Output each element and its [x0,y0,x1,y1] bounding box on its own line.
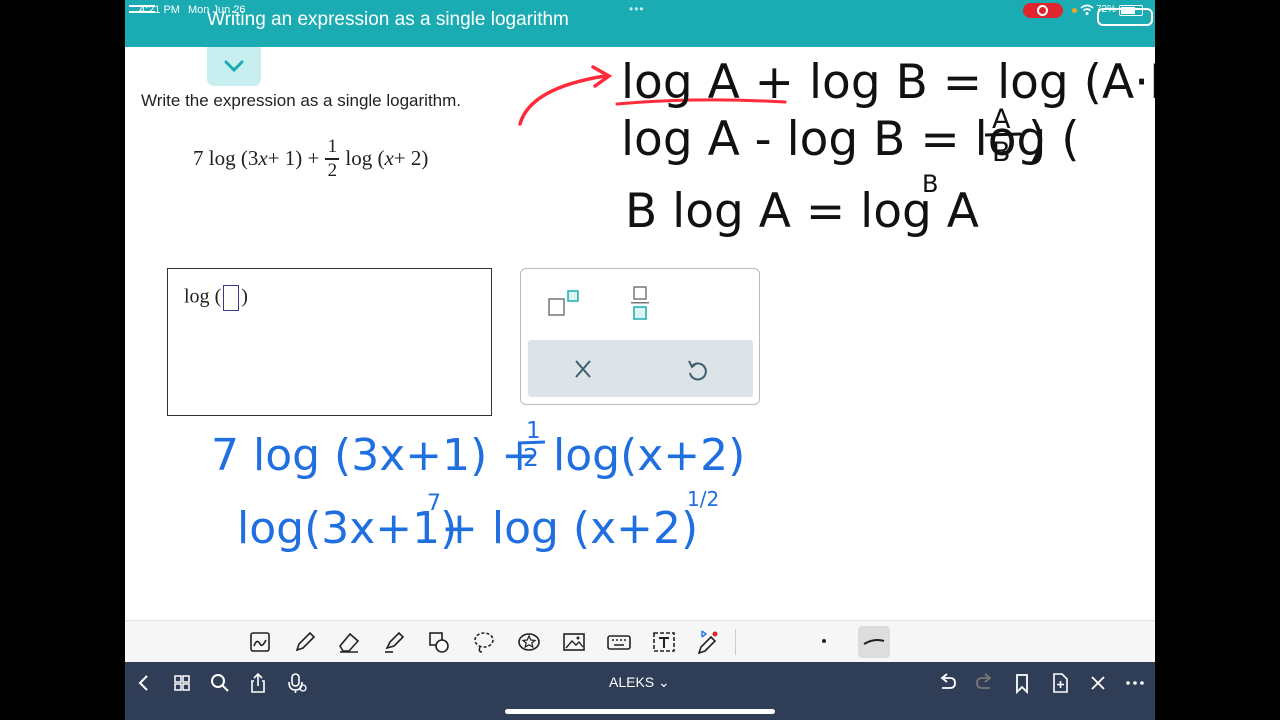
work-line-1-num: 1 [526,418,541,444]
work-line-2: log(3x+1) [237,503,457,554]
toolbar-divider [735,629,736,655]
page-title: Writing an expression as a single logari… [207,9,569,30]
tools-close-icon[interactable] [1087,672,1109,694]
open-paren: ( [214,285,222,308]
close-paren: ) [241,285,248,308]
app-screen: 4:21 PM Mon Jun 26 Writing an expression… [125,0,1155,720]
rule-quotient-close: ) [1028,112,1046,167]
log-function: log [208,146,236,171]
microphone-icon[interactable] [286,672,308,694]
close-paren: ) [421,146,429,171]
log-function: log [345,146,373,171]
open-paren: ( [240,146,248,171]
eraser-icon[interactable] [336,629,362,655]
coefficient: 7 [193,146,204,171]
arg-variable: x [384,146,394,171]
more-icon[interactable] [1124,672,1146,694]
problem-instruction: Write the expression as a single logarit… [141,91,462,110]
undo-icon[interactable] [936,672,958,694]
app-switcher[interactable]: ALEKS ⌄ [609,674,670,691]
rule-quotient-bar [984,132,1022,137]
multitasking-dots-icon[interactable]: ••• [629,2,645,16]
highlighter-icon[interactable] [381,629,407,655]
bottom-navigation: ALEKS ⌄ [125,662,1155,720]
math-keypad [520,268,760,405]
problem-expression: 7 log (3 x + 1) + 12 log (x + 2) [193,136,428,182]
stroke-curve-icon [863,639,885,645]
image-icon[interactable] [561,629,587,655]
screen-recording-icon[interactable] [1023,3,1063,18]
shapes-icon[interactable] [426,629,452,655]
search-icon[interactable] [209,672,231,694]
work-line-1: 7 log (3x+1) + [211,430,538,481]
pen-icon[interactable] [292,629,318,655]
work-line-1-b: log(x+2) [553,430,745,481]
lasso-icon[interactable] [471,629,497,655]
mic-indicator-icon [1072,8,1077,13]
share-icon[interactable] [247,672,269,694]
annotation-toolbar [125,620,1155,663]
collapse-toggle[interactable] [207,47,261,86]
work-line-2-exp1: 7 [427,491,441,516]
fraction: 12 [325,136,340,182]
chevron-down-icon [224,60,244,73]
red-underline [615,98,787,106]
home-indicator[interactable] [505,709,775,714]
rule-power: B log A = log A [625,184,979,239]
clear-icon[interactable] [570,358,596,380]
rule-quotient-num: A [992,104,1011,135]
undo-icon[interactable] [684,357,710,383]
grid-view-icon[interactable] [171,672,193,694]
fraction-numerator: 1 [327,136,338,157]
sticker-icon[interactable] [516,629,542,655]
keypad-action-row [528,340,753,397]
add-page-icon[interactable] [1049,672,1071,694]
work-line-2-b: + log (x+2) [441,503,698,554]
keyboard-icon[interactable] [606,629,632,655]
text-box-icon[interactable] [651,629,677,655]
back-icon[interactable] [133,672,155,694]
answer-expression: log () [184,285,248,311]
red-arrow-head [591,65,613,88]
arg-rest: + 2 [393,146,422,171]
redo-icon[interactable] [974,672,996,694]
rule-quotient: log A - log B = log ( [621,112,1080,167]
red-arrow-stroke [518,74,607,126]
stroke-width-button[interactable] [858,626,890,658]
status-time: 4:21 PM [139,4,180,16]
fraction-denominator: 2 [327,159,338,181]
bookmark-icon[interactable] [1011,672,1033,695]
handwriting-tool-icon[interactable] [247,629,273,655]
rule-product: log A + log B = log (A·B) [621,55,1155,110]
work-line-1-den: 2 [523,443,539,472]
work-line-1-bar [517,440,546,445]
close-paren: ) [295,146,303,171]
title-bar: 4:21 PM Mon Jun 26 Writing an expression… [125,0,1155,47]
wifi-icon [1080,4,1094,15]
work-line-2-exp2: 1/2 [687,487,719,511]
arg-rest: + 1 [267,146,296,171]
answer-input-box[interactable]: log () [167,268,492,416]
rule-power-exp: B [922,170,938,198]
exponent-key-icon[interactable] [545,287,581,319]
arg-number: 3 [247,146,259,171]
answer-log: log [184,285,210,308]
answer-slot[interactable] [223,285,240,311]
bluetooth-pencil-icon[interactable] [695,629,721,655]
toolbar-button[interactable] [1097,8,1153,26]
arg-variable: x [258,146,268,171]
rule-quotient-den: B [992,137,1011,168]
plus-sign: + [307,146,320,171]
stroke-dot-icon[interactable] [822,639,826,643]
fraction-key-icon[interactable] [627,283,653,323]
